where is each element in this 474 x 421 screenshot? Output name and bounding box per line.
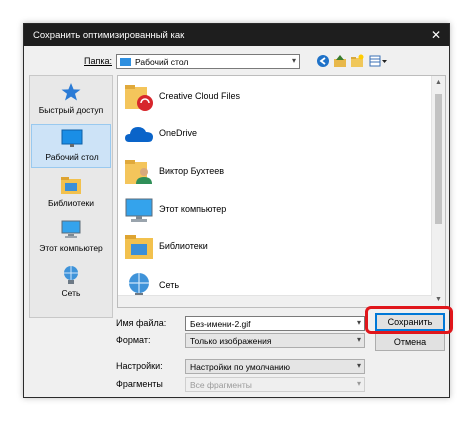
file-list[interactable]: Creative Cloud Files OneDrive Виктор Бух… xyxy=(117,75,446,308)
folder-label: Папка: xyxy=(84,56,112,66)
chevron-down-icon: ▾ xyxy=(356,379,361,388)
file-name: Creative Cloud Files xyxy=(159,91,241,101)
place-this-pc[interactable]: Этот компьютер xyxy=(31,216,111,260)
desktop-mini-icon xyxy=(120,58,131,66)
computer-icon xyxy=(59,220,83,240)
fragments-select: Все фрагменты ▾ xyxy=(185,377,365,392)
save-dialog: Сохранить оптимизированный как ✕ Папка: … xyxy=(23,23,450,398)
title-bar[interactable]: Сохранить оптимизированный как ✕ xyxy=(24,24,449,46)
scroll-up-icon[interactable]: ▲ xyxy=(432,76,445,90)
list-item[interactable]: Библиотеки xyxy=(119,229,419,265)
place-libraries[interactable]: Библиотеки xyxy=(31,171,111,215)
file-name: OneDrive xyxy=(159,128,198,138)
chevron-down-icon: ▾ xyxy=(291,56,296,65)
place-quick-access[interactable]: Быстрый доступ xyxy=(31,78,111,122)
network-icon xyxy=(59,265,83,285)
star-icon xyxy=(59,82,83,102)
chevron-down-icon[interactable]: ▾ xyxy=(357,318,361,327)
place-label: Библиотеки xyxy=(47,198,95,208)
user-folder-icon xyxy=(123,156,155,188)
file-name: Этот компьютер xyxy=(159,204,227,214)
format-value: Только изображения xyxy=(190,336,272,346)
place-network[interactable]: Сеть xyxy=(31,261,111,305)
chevron-down-icon: ▾ xyxy=(356,361,361,370)
dialog-title: Сохранить оптимизированный как xyxy=(33,30,185,41)
fragments-label: Фрагменты xyxy=(116,379,163,389)
list-item[interactable]: Этот компьютер xyxy=(119,192,419,228)
places-sidebar: Быстрый доступ Рабочий стол Библиотеки Э… xyxy=(29,75,113,318)
list-item[interactable]: Виктор Бухтеев xyxy=(119,154,419,190)
save-button-highlight xyxy=(365,306,453,334)
creative-cloud-folder-icon xyxy=(123,81,155,113)
view-menu-icon[interactable] xyxy=(369,54,389,68)
filename-input[interactable]: Без-имени-2.gif ▾ xyxy=(185,316,365,331)
fragments-value: Все фрагменты xyxy=(190,380,252,390)
up-folder-icon[interactable] xyxy=(333,54,347,68)
place-desktop[interactable]: Рабочий стол xyxy=(31,124,111,168)
place-label: Этот компьютер xyxy=(39,243,103,253)
scroll-down-icon[interactable]: ▼ xyxy=(432,293,445,307)
file-name: Библиотеки xyxy=(159,241,208,251)
cancel-button[interactable]: Отмена xyxy=(375,333,445,351)
scroll-thumb[interactable] xyxy=(435,94,442,224)
format-select[interactable]: Только изображения ▾ xyxy=(185,333,365,348)
settings-select[interactable]: Настройки по умолчанию ▾ xyxy=(185,359,365,374)
close-button[interactable]: ✕ xyxy=(423,24,449,46)
settings-value: Настройки по умолчанию xyxy=(190,362,291,372)
folder-select[interactable]: Рабочий стол ▾ xyxy=(116,54,300,69)
computer-icon xyxy=(123,194,155,226)
back-icon[interactable] xyxy=(316,54,330,68)
file-name: Сеть xyxy=(159,280,180,290)
libraries-icon xyxy=(123,231,155,263)
list-item[interactable]: OneDrive xyxy=(119,116,419,152)
place-label: Рабочий стол xyxy=(45,152,99,162)
folder-select-value: Рабочий стол xyxy=(135,57,189,67)
onedrive-cloud-icon xyxy=(123,118,155,150)
desktop-icon xyxy=(60,129,84,149)
place-label: Сеть xyxy=(61,288,81,298)
settings-label: Настройки: xyxy=(116,361,163,371)
filename-label: Имя файла: xyxy=(116,318,167,328)
list-item[interactable]: Creative Cloud Files xyxy=(119,79,419,115)
chevron-down-icon: ▾ xyxy=(356,335,361,344)
new-folder-icon[interactable] xyxy=(350,54,364,68)
folder-toolbar: Папка: Рабочий стол ▾ xyxy=(24,50,449,72)
format-label: Формат: xyxy=(116,335,151,345)
vertical-scrollbar[interactable]: ▲ ▼ xyxy=(431,76,445,307)
file-name: Виктор Бухтеев xyxy=(159,166,225,176)
place-label: Быстрый доступ xyxy=(38,105,104,115)
libraries-icon xyxy=(59,175,83,195)
filename-value: Без-имени-2.gif xyxy=(190,319,251,329)
